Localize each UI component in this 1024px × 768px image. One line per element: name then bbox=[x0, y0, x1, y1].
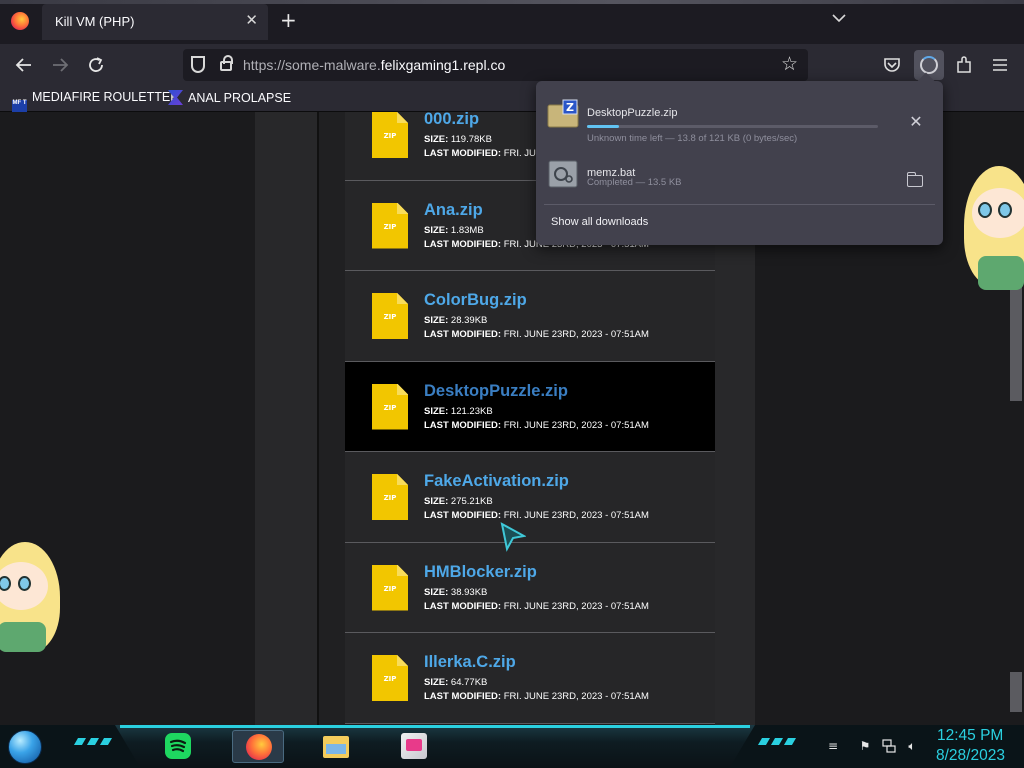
file-size: SIZE: 28.39KB bbox=[424, 315, 488, 326]
cartoon-girl-sticker bbox=[960, 164, 1024, 294]
zip-file-icon: ZIP bbox=[372, 293, 408, 339]
download-item-desktoppuzzle[interactable]: Z DesktopPuzzle.zip Unknown time left — … bbox=[536, 91, 943, 151]
zip-file-icon: ZIP bbox=[372, 474, 408, 520]
zip-file-icon: ZIP bbox=[372, 112, 408, 158]
tab-kill-vm[interactable]: Kill VM (PHP) ✕ bbox=[42, 4, 268, 40]
file-size: SIZE: 64.77KB bbox=[424, 677, 488, 688]
svg-text:Z: Z bbox=[566, 101, 574, 114]
volume-icon[interactable]: 🔈︎ bbox=[905, 739, 919, 753]
scrollbar-thumb[interactable] bbox=[1010, 286, 1022, 401]
zip-file-icon: ZIP bbox=[372, 564, 408, 611]
extensions-icon[interactable] bbox=[952, 53, 976, 77]
mouse-cursor-icon bbox=[500, 522, 526, 552]
network-icon[interactable] bbox=[882, 739, 896, 753]
zip-archive-icon: Z bbox=[547, 99, 579, 128]
file-modified: LAST MODIFIED: FRI. JUNE 23RD, 2023 - 07… bbox=[424, 600, 649, 612]
file-modified: LAST MODIFIED: FRI. JUNE 23RD, 2023 - 07… bbox=[424, 329, 649, 340]
back-arrow-icon[interactable] bbox=[10, 52, 38, 78]
firefox-menu-icon[interactable] bbox=[11, 12, 29, 30]
file-link[interactable]: DesktopPuzzle.zip bbox=[424, 382, 568, 401]
reload-icon[interactable] bbox=[82, 52, 110, 78]
cancel-download-icon[interactable]: ✕ bbox=[906, 113, 926, 133]
taskbar-chevron bbox=[99, 738, 113, 745]
file-row-illerka[interactable]: ZIP Illerka.C.zip SIZE: 64.77KB LAST MOD… bbox=[345, 633, 715, 724]
file-link[interactable]: 000.zip bbox=[424, 112, 479, 129]
cartoon-girl-sticker bbox=[0, 536, 62, 666]
file-modified: LAST MODIFIED: FRI. JUNE 23RD, 2023 - 07… bbox=[424, 691, 649, 702]
clock-time[interactable]: 12:45 PM bbox=[937, 727, 1003, 745]
taskbar-accent-line bbox=[120, 725, 750, 728]
tab-close-icon[interactable]: ✕ bbox=[245, 11, 258, 29]
tab-strip: Kill VM (PHP) ✕ + bbox=[0, 0, 1024, 44]
browser-window: Kill VM (PHP) ✕ + https://some-malware.f… bbox=[0, 0, 1024, 725]
url-text[interactable]: https://some-malware.felixgaming1.repl.c… bbox=[243, 57, 505, 73]
scrollbar-thumb-lower[interactable] bbox=[1010, 672, 1022, 712]
file-row-fakeactivation[interactable]: ZIP FakeActivation.zip SIZE: 275.21KB LA… bbox=[345, 452, 715, 543]
taskbar-chevron bbox=[86, 738, 100, 745]
taskbar-chevron bbox=[73, 738, 87, 745]
file-row-hmblocker[interactable]: ZIP HMBlocker.zip SIZE: 38.93KB LAST MOD… bbox=[345, 542, 715, 633]
chevron-down-icon[interactable] bbox=[832, 12, 846, 27]
file-row-desktoppuzzle[interactable]: ZIP DesktopPuzzle.zip SIZE: 121.23KB LAS… bbox=[345, 361, 715, 452]
bookmark-anal-prolapse[interactable]: ANAL PROLAPSE bbox=[168, 90, 291, 105]
pocket-icon[interactable] bbox=[880, 53, 904, 77]
taskbar-app-file-explorer[interactable] bbox=[310, 730, 362, 763]
file-link[interactable]: Illerka.C.zip bbox=[424, 653, 516, 672]
file-link[interactable]: HMBlocker.zip bbox=[424, 563, 537, 582]
forward-arrow-icon[interactable] bbox=[46, 52, 74, 78]
taskbar-chevron bbox=[770, 738, 784, 745]
file-size: SIZE: 1.83MB bbox=[424, 224, 484, 236]
file-link[interactable]: FakeActivation.zip bbox=[424, 472, 569, 491]
folder-icon[interactable] bbox=[906, 172, 923, 187]
start-button[interactable] bbox=[8, 730, 42, 764]
taskbar-chevron bbox=[783, 738, 797, 745]
zip-file-icon: ZIP bbox=[372, 655, 408, 701]
paint-icon bbox=[401, 733, 427, 759]
file-size: SIZE: 275.21KB bbox=[424, 496, 493, 507]
downloads-panel: Z DesktopPuzzle.zip Unknown time left — … bbox=[536, 72, 943, 245]
file-link[interactable]: Ana.zip bbox=[424, 201, 483, 220]
tray-overflow-icon[interactable]: ≡ bbox=[826, 739, 840, 753]
new-tab-icon[interactable]: + bbox=[280, 9, 297, 31]
bookmark-star-icon[interactable]: ☆ bbox=[781, 53, 798, 75]
download-status: Unknown time left — 13.8 of 121 KB (0 by… bbox=[587, 133, 798, 144]
taskbar-app-spotify[interactable] bbox=[152, 730, 204, 763]
download-item-memz[interactable]: memz.bat Completed — 13.5 KB bbox=[536, 151, 943, 211]
tab-title: Kill VM (PHP) bbox=[55, 14, 135, 29]
hamburger-menu-icon[interactable] bbox=[988, 53, 1012, 77]
file-row-colorbug[interactable]: ZIP ColorBug.zip SIZE: 28.39KB LAST MODI… bbox=[345, 271, 715, 362]
file-modified: LAST MODIFIED: FRI. JUNE 23RD, 2023 - 07… bbox=[424, 510, 649, 521]
panel-separator bbox=[544, 204, 935, 205]
page-column-left bbox=[255, 112, 317, 725]
download-status: Completed — 13.5 KB bbox=[587, 177, 682, 188]
action-center-flag-icon[interactable]: ⚑ bbox=[858, 739, 872, 753]
lock-icon[interactable] bbox=[220, 55, 233, 71]
batch-file-icon bbox=[548, 160, 578, 188]
zip-file-icon: ZIP bbox=[372, 202, 408, 249]
firefox-icon bbox=[246, 734, 272, 760]
clock-date[interactable]: 8/28/2023 bbox=[936, 747, 1005, 765]
page-column-gutter bbox=[317, 112, 345, 725]
file-size: SIZE: 119.78KB bbox=[424, 134, 492, 145]
taskbar-app-firefox[interactable] bbox=[232, 730, 284, 763]
tracking-shield-icon[interactable] bbox=[191, 56, 205, 73]
file-link[interactable]: ColorBug.zip bbox=[424, 291, 527, 310]
file-explorer-icon bbox=[323, 736, 349, 758]
taskbar: ≡ ⚑ 🔈︎ 12:45 PM 8/28/2023 bbox=[0, 725, 1024, 768]
url-bar[interactable]: https://some-malware.felixgaming1.repl.c… bbox=[183, 49, 808, 81]
taskbar-app-paint[interactable] bbox=[388, 730, 440, 763]
taskbar-chevron bbox=[757, 738, 771, 745]
spotify-icon bbox=[165, 733, 191, 759]
bookmark-icon bbox=[168, 90, 183, 105]
navigation-toolbar: https://some-malware.felixgaming1.repl.c… bbox=[0, 44, 1024, 86]
zip-file-icon: ZIP bbox=[372, 383, 408, 430]
file-size: SIZE: 121.23KB bbox=[424, 405, 493, 417]
file-modified: LAST MODIFIED: FRI. JUNE 23RD, 2023 - 07… bbox=[424, 419, 649, 431]
download-progress-bar bbox=[587, 125, 878, 128]
file-size: SIZE: 38.93KB bbox=[424, 586, 488, 598]
show-all-downloads-button[interactable]: Show all downloads bbox=[551, 216, 648, 228]
download-progress-fill bbox=[587, 125, 619, 128]
download-filename: DesktopPuzzle.zip bbox=[587, 107, 678, 119]
